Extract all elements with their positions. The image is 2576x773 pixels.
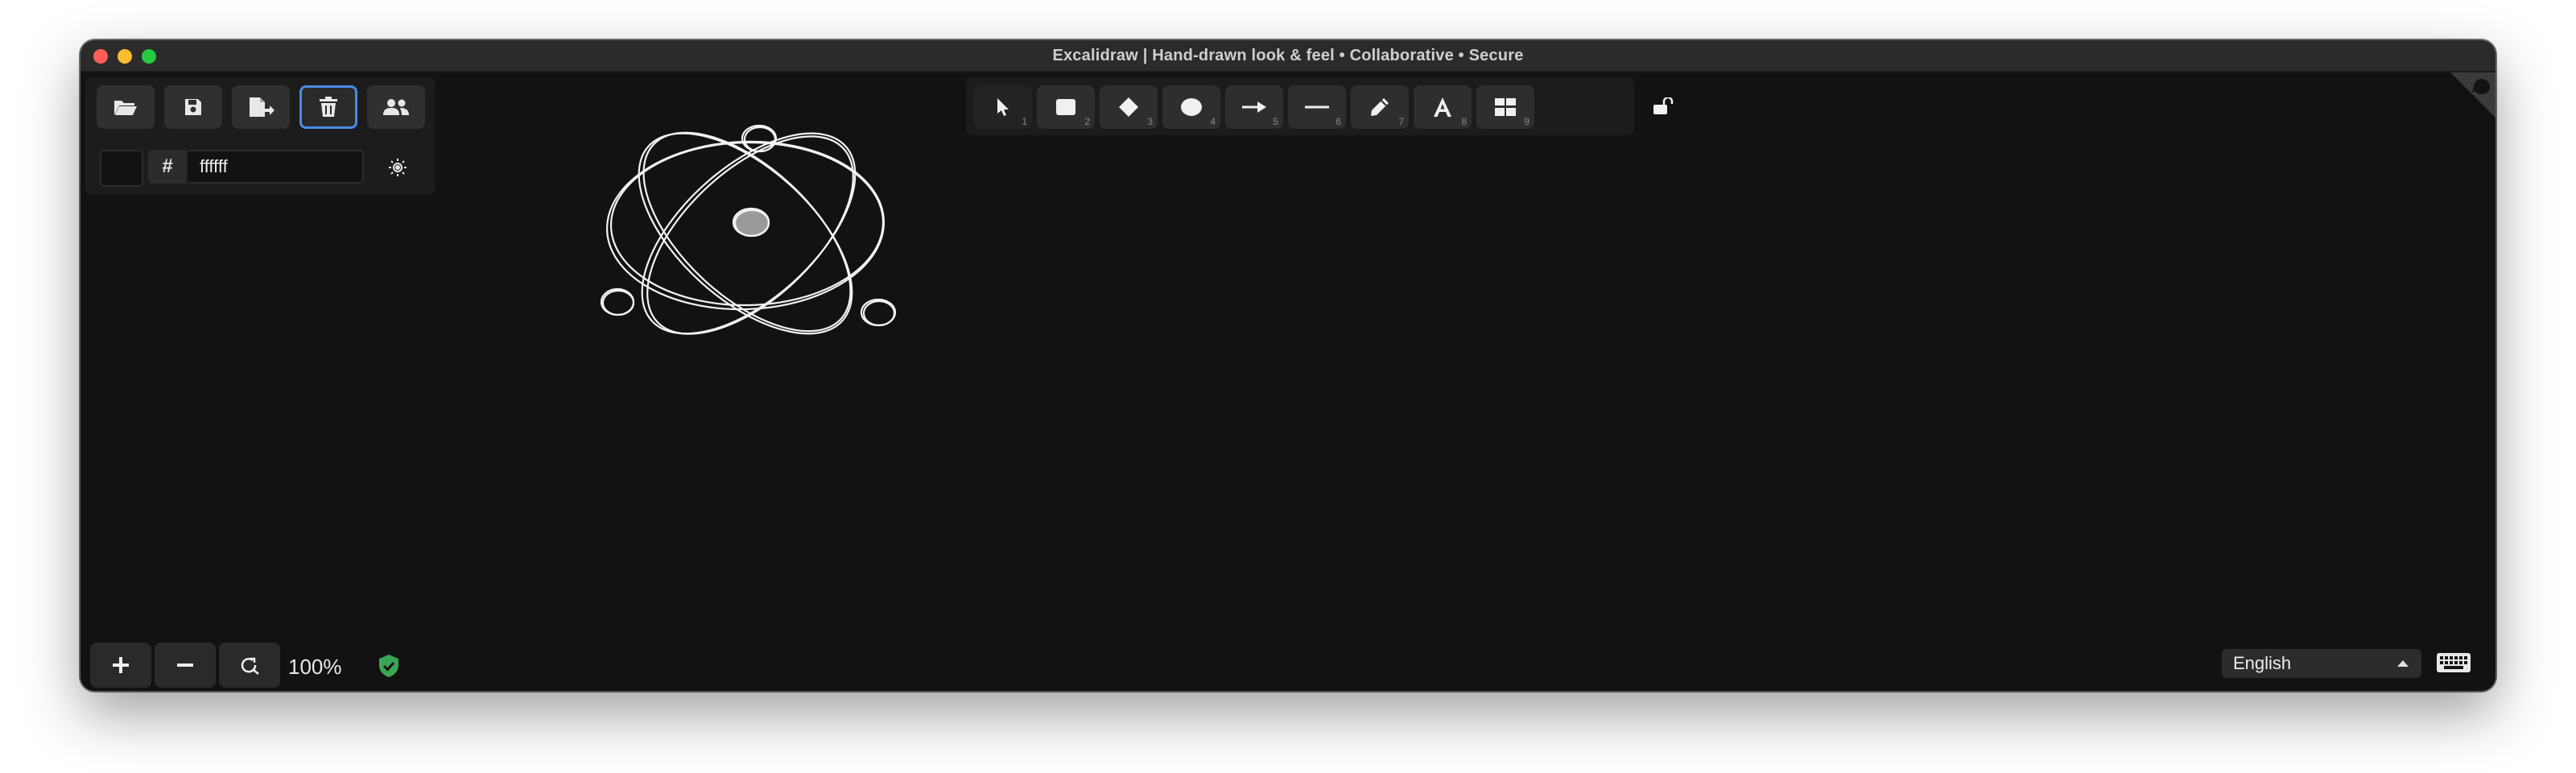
minus-icon — [177, 663, 193, 667]
folder-open-icon — [114, 101, 137, 115]
arrow-icon — [1242, 101, 1266, 113]
language-value: English — [2233, 653, 2292, 673]
export-button[interactable] — [232, 85, 290, 129]
zoom-level: 100% — [288, 655, 342, 679]
clear-canvas-button[interactable] — [299, 85, 357, 129]
maximize-window-button[interactable] — [142, 49, 156, 64]
window-controls — [93, 49, 156, 64]
shortcut-key: 3 — [1147, 116, 1153, 127]
text-icon — [1434, 97, 1451, 117]
shield-check-icon — [379, 655, 398, 677]
shapes-toolbar: 1 2 3 4 5 6 7 8 9 — [966, 77, 1634, 135]
trash-icon — [320, 97, 337, 117]
main-menu-panel: # ffffff — [85, 77, 435, 195]
tool-rectangle[interactable]: 2 — [1037, 85, 1095, 129]
tool-draw[interactable]: 7 — [1351, 85, 1409, 129]
tool-ellipse[interactable]: 4 — [1162, 85, 1220, 129]
shortcut-key: 8 — [1461, 116, 1467, 127]
tool-text[interactable]: 8 — [1414, 85, 1472, 129]
tool-diamond[interactable]: 3 — [1100, 85, 1158, 129]
keyboard-shortcuts-button[interactable] — [2434, 651, 2473, 675]
shortcut-key: 7 — [1398, 116, 1404, 127]
octocat-icon — [2471, 78, 2491, 95]
background-color-swatch[interactable] — [100, 150, 143, 187]
shortcut-key: 2 — [1084, 116, 1090, 127]
unlock-icon — [1653, 97, 1674, 114]
sun-icon — [389, 159, 407, 176]
library-icon — [1495, 98, 1516, 116]
language-select[interactable]: English — [2222, 649, 2421, 678]
zoom-out-button[interactable] — [155, 643, 216, 688]
window-title: Excalidraw | Hand-drawn look & feel • Co… — [1052, 46, 1524, 64]
collaborate-button[interactable] — [367, 85, 425, 129]
pencil-icon — [1371, 98, 1389, 116]
tool-lock-button[interactable] — [1645, 89, 1681, 124]
tool-library[interactable]: 9 — [1476, 85, 1534, 129]
users-icon — [383, 99, 409, 115]
diamond-icon — [1119, 97, 1138, 117]
ellipse-icon — [1181, 98, 1202, 116]
open-button[interactable] — [97, 85, 155, 129]
minimize-window-button[interactable] — [118, 49, 132, 64]
shortcut-key: 4 — [1210, 116, 1216, 127]
app-window: Excalidraw | Hand-drawn look & feel • Co… — [80, 40, 2496, 691]
close-window-button[interactable] — [93, 49, 108, 64]
shortcut-key: 5 — [1273, 116, 1278, 127]
reset-zoom-icon — [241, 657, 259, 675]
shortcut-key: 9 — [1524, 116, 1530, 127]
save-button[interactable] — [164, 85, 222, 129]
reset-zoom-button[interactable] — [219, 643, 280, 688]
zoom-in-button[interactable] — [90, 643, 151, 688]
pointer-icon — [997, 98, 1009, 116]
hex-prefix-label: # — [148, 150, 187, 184]
caret-up-icon — [2397, 660, 2409, 667]
encryption-indicator[interactable] — [375, 652, 402, 680]
nucleus[interactable] — [732, 207, 770, 238]
floppy-disk-icon — [185, 99, 201, 115]
tool-arrow[interactable]: 5 — [1225, 85, 1283, 129]
shortcut-key: 6 — [1335, 116, 1341, 127]
export-file-icon — [250, 97, 275, 117]
title-bar: Excalidraw | Hand-drawn look & feel • Co… — [80, 40, 2496, 72]
atom-sketch[interactable] — [80, 72, 2496, 691]
shortcut-key: 1 — [1022, 116, 1027, 127]
background-color-input[interactable]: ffffff — [188, 150, 364, 184]
electron-right[interactable] — [860, 298, 897, 327]
theme-toggle-button[interactable] — [383, 153, 412, 182]
tool-line[interactable]: 6 — [1288, 85, 1346, 129]
keyboard-icon — [2437, 653, 2471, 672]
drawing-canvas[interactable]: # ffffff 1 2 3 4 5 6 7 8 9 100% English — [80, 72, 2496, 691]
line-icon — [1305, 105, 1329, 109]
rectangle-icon — [1056, 99, 1075, 115]
tool-selection[interactable]: 1 — [974, 85, 1032, 129]
electron-left[interactable] — [600, 287, 635, 316]
plus-icon — [113, 657, 129, 673]
